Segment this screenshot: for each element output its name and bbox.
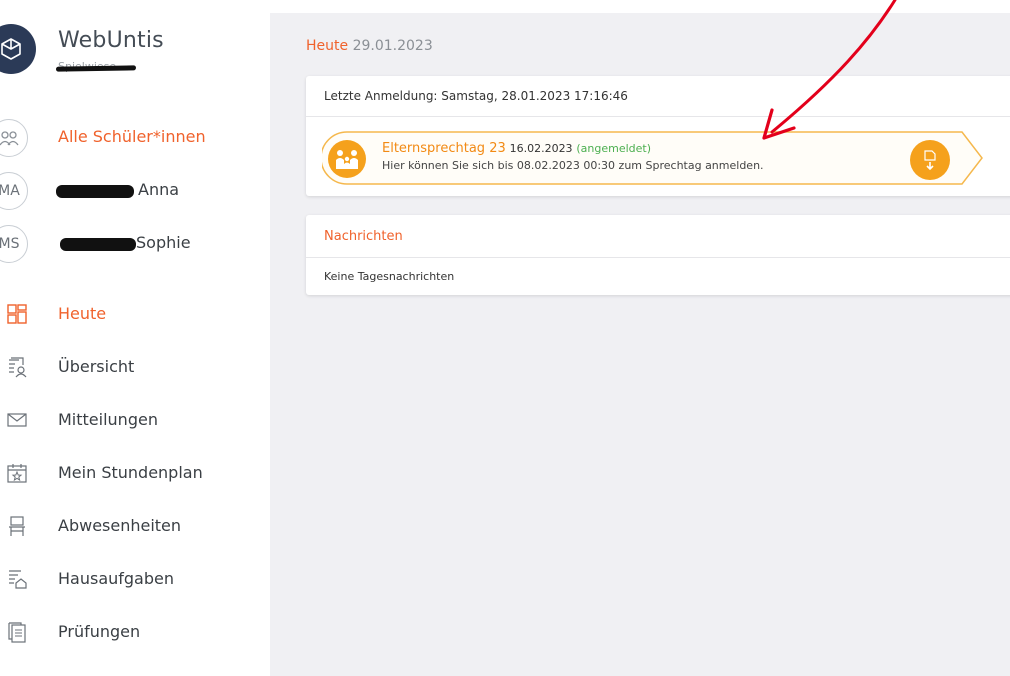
messages-card: Nachrichten Keine Tagesnachrichten	[306, 215, 1010, 295]
event-status: (angemeldet)	[576, 142, 652, 155]
messages-title: Nachrichten	[324, 229, 403, 244]
divider	[306, 116, 1010, 117]
student-label-all: Alle Schüler*innen	[58, 127, 206, 146]
nav-label: Hausaufgaben	[58, 569, 174, 588]
today-card: Letzte Anmeldung: Samstag, 28.01.2023 17…	[306, 76, 1010, 196]
nav-item-uebersicht[interactable]: Übersicht	[0, 350, 270, 384]
page-title-date: 29.01.2023	[352, 38, 433, 54]
event-description: Hier können Sie sich bis 08.02.2023 00:3…	[382, 159, 764, 172]
avatar: MA	[0, 172, 28, 210]
event-name: Elternsprechtag 23	[382, 141, 506, 156]
absence-icon	[9, 516, 25, 536]
event-frame	[322, 131, 983, 185]
parents-icon	[328, 140, 366, 178]
nav-item-mitteilungen[interactable]: Mitteilungen	[0, 403, 270, 437]
nav-item-hausaufgaben[interactable]: Hausaufgaben	[0, 562, 270, 596]
avatar: MS	[0, 225, 28, 263]
messages-empty-text: Keine Tagesnachrichten	[324, 270, 455, 283]
page-title-label: Heute	[306, 38, 349, 54]
homework-icon	[9, 570, 27, 589]
student-label: Sophie	[136, 233, 191, 252]
redaction-mark	[55, 65, 137, 72]
page-title: Heute 29.01.2023	[306, 38, 433, 54]
divider	[306, 257, 1010, 258]
pdf-download-icon	[924, 150, 936, 171]
sidebar: WebUntis Spielwiese Alle Schüler*innen M…	[0, 0, 270, 676]
event-date: 16.02.2023	[509, 142, 573, 155]
nav-item-heute[interactable]: Heute	[0, 297, 270, 331]
redaction-mark	[56, 185, 134, 198]
nav-item-stundenplan[interactable]: Mein Stundenplan	[0, 456, 270, 490]
student-item-sophie[interactable]: MS Sophie	[0, 225, 270, 263]
nav-label: Prüfungen	[58, 622, 141, 641]
webuntis-logo-icon	[0, 24, 36, 74]
nav-label: Mitteilungen	[58, 410, 158, 429]
group-icon	[0, 119, 28, 157]
nav-item-pruefungen[interactable]: Prüfungen	[0, 615, 270, 649]
dashboard-icon	[7, 304, 27, 324]
download-pdf-button[interactable]	[910, 140, 950, 180]
timetable-icon	[7, 464, 27, 483]
nav-item-abwesenheiten[interactable]: Abwesenheiten	[0, 509, 270, 543]
last-login-text: Letzte Anmeldung: Samstag, 28.01.2023 17…	[324, 89, 628, 103]
exams-icon	[8, 622, 26, 643]
nav-label: Übersicht	[58, 357, 135, 376]
student-item-all[interactable]: Alle Schüler*innen	[0, 119, 270, 157]
event-item[interactable]: Elternsprechtag 23 16.02.2023 (angemelde…	[322, 130, 985, 186]
student-item-anna[interactable]: MA Anna	[0, 172, 270, 210]
redaction-mark	[60, 238, 136, 251]
nav-label: Mein Stundenplan	[58, 463, 203, 482]
overview-icon	[9, 357, 27, 378]
nav-label: Heute	[58, 304, 107, 323]
app-title: WebUntis	[58, 28, 164, 53]
event-title: Elternsprechtag 23 16.02.2023 (angemelde…	[382, 141, 651, 156]
student-label: Anna	[138, 180, 180, 199]
main-content: Heute 29.01.2023 Letzte Anmeldung: Samst…	[270, 13, 1010, 676]
mail-icon	[7, 413, 27, 427]
nav-label: Abwesenheiten	[58, 516, 182, 535]
